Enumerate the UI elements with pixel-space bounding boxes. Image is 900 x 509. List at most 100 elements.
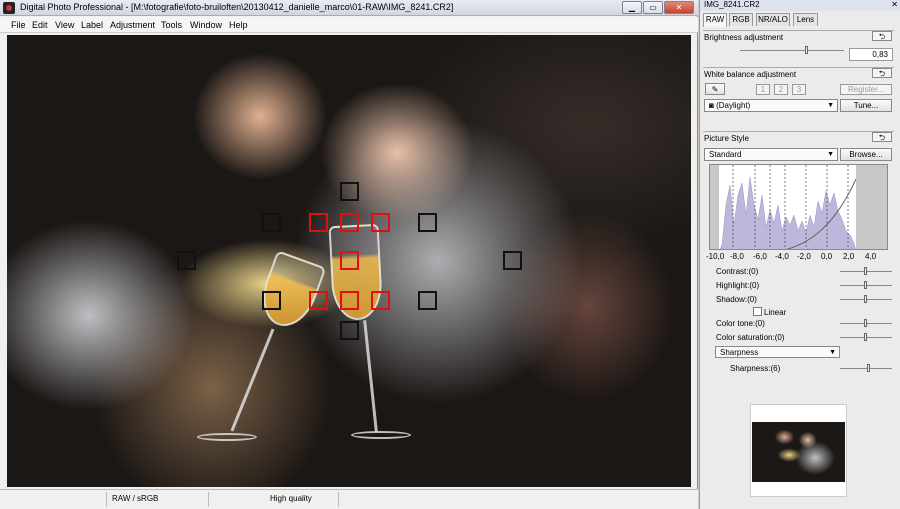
- menu-label[interactable]: Label: [81, 20, 103, 30]
- eyedropper-icon: ✎: [711, 85, 719, 94]
- palette-close-button[interactable]: ✕: [891, 0, 898, 9]
- picture-style-value: Standard: [709, 150, 742, 159]
- white-balance-section-header: White balance adjustment: [703, 67, 894, 79]
- status-separator: [106, 492, 107, 507]
- menu-edit[interactable]: Edit: [32, 20, 48, 30]
- histogram-highlight-clip: [856, 165, 887, 249]
- color-saturation-slider-thumb[interactable]: [864, 333, 867, 341]
- camera-icon: ◙: [709, 101, 717, 110]
- shadow-slider-thumb[interactable]: [864, 295, 867, 303]
- register-button[interactable]: Register...: [840, 84, 892, 95]
- brightness-value[interactable]: 0,83: [849, 48, 893, 61]
- axis-tick-label: -8,0: [730, 252, 744, 261]
- color-tone-label: Color tone:(0): [716, 319, 765, 328]
- picture-style-dropdown[interactable]: Standard ▼: [704, 148, 838, 161]
- status-separator: [208, 492, 209, 507]
- af-point-active: [371, 213, 390, 232]
- app-camera-icon: [3, 2, 15, 14]
- axis-tick-label: 2,0: [843, 252, 855, 261]
- af-point: [177, 251, 196, 270]
- tab-rgb[interactable]: RGB: [729, 13, 753, 26]
- histogram-svg: [710, 165, 887, 249]
- af-point-active: [309, 213, 328, 232]
- brightness-slider-track[interactable]: [740, 50, 844, 51]
- axis-tick-label: -10,0: [706, 252, 725, 261]
- navigator-thumbnail[interactable]: [752, 422, 845, 482]
- menu-help[interactable]: Help: [229, 20, 248, 30]
- tab-nr-alo[interactable]: NR/ALO: [756, 13, 790, 26]
- menu-bar: File Edit View Label Adjustment Tools Wi…: [0, 17, 698, 33]
- af-point: [262, 213, 281, 232]
- palette-title: IMG_8241.CR2: [704, 0, 760, 9]
- histogram-fill: [719, 176, 856, 249]
- sharpness-slider-track[interactable]: [840, 368, 892, 369]
- wb-preset-value: (Daylight): [716, 101, 751, 110]
- minimize-button[interactable]: ▁: [622, 1, 642, 14]
- status-separator: [338, 492, 339, 507]
- eyedropper-button[interactable]: ✎: [705, 83, 725, 95]
- chevron-down-icon: ▼: [827, 102, 834, 109]
- menu-window[interactable]: Window: [190, 20, 222, 30]
- brightness-reset-button[interactable]: ⮌: [872, 31, 892, 41]
- menu-view[interactable]: View: [55, 20, 74, 30]
- brightness-slider-thumb[interactable]: [805, 46, 808, 54]
- af-point: [340, 182, 359, 201]
- linear-label: Linear: [764, 308, 787, 317]
- axis-tick-label: -4,0: [775, 252, 789, 261]
- axis-tick-label: -2,0: [797, 252, 811, 261]
- af-point: [418, 213, 437, 232]
- sharpness-slider-thumb[interactable]: [867, 364, 870, 372]
- chevron-down-icon: ▼: [827, 151, 834, 158]
- palette-title-bar: IMG_8241.CR2 ✕: [700, 0, 900, 11]
- main-window: Digital Photo Professional - [M:\fotogra…: [0, 0, 698, 509]
- glass-stem-left: [230, 328, 275, 432]
- status-format: RAW / sRGB: [112, 494, 159, 503]
- contrast-label: Contrast:(0): [716, 267, 759, 276]
- browse-button[interactable]: Browse...: [840, 148, 892, 161]
- wb-reset-button[interactable]: ⮌: [872, 68, 892, 78]
- glass-base-left: [197, 433, 257, 441]
- glass-base-right: [351, 431, 411, 439]
- sharpness-mode-value: Sharpness: [720, 348, 759, 357]
- maximize-button[interactable]: ▭: [643, 1, 663, 14]
- sharpness-value-label: Sharpness:(6): [730, 364, 781, 373]
- status-quality: High quality: [270, 494, 312, 503]
- picture-style-section-header: Picture Style: [703, 131, 894, 143]
- glass-stem-right: [363, 320, 378, 432]
- menu-adjustment[interactable]: Adjustment: [110, 20, 155, 30]
- wb-preset-2-button[interactable]: 2: [774, 84, 788, 95]
- white-balance-label: White balance adjustment: [704, 70, 797, 79]
- menu-file[interactable]: File: [11, 20, 26, 30]
- window-title: Digital Photo Professional - [M:\fotogra…: [20, 2, 454, 12]
- wb-preset-1-button[interactable]: 1: [756, 84, 770, 95]
- histogram-shadow-clip: [710, 165, 719, 249]
- image-viewer[interactable]: [7, 35, 691, 487]
- af-point-active: [340, 251, 359, 270]
- af-point-active: [309, 291, 328, 310]
- contrast-slider-thumb[interactable]: [864, 267, 867, 275]
- menu-tools[interactable]: Tools: [161, 20, 182, 30]
- title-bar: Digital Photo Professional - [M:\fotogra…: [0, 0, 698, 16]
- af-point-active: [340, 213, 359, 232]
- sharpness-mode-dropdown[interactable]: Sharpness ▼: [715, 346, 840, 358]
- af-point: [418, 291, 437, 310]
- brightness-label: Brightness adjustment: [704, 33, 784, 42]
- close-button[interactable]: ✕: [664, 1, 694, 14]
- af-point-active: [371, 291, 390, 310]
- axis-tick-label: -6,0: [753, 252, 767, 261]
- color-tone-slider-thumb[interactable]: [864, 319, 867, 327]
- axis-tick-label: 4,0: [865, 252, 877, 261]
- wb-preset-dropdown[interactable]: ◙ (Daylight) ▼: [704, 99, 838, 112]
- picture-style-label: Picture Style: [704, 134, 749, 143]
- af-point-active: [340, 291, 359, 310]
- tune-button[interactable]: Tune...: [840, 99, 892, 112]
- wb-preset-3-button[interactable]: 3: [792, 84, 806, 95]
- histogram-tone-curve[interactable]: [709, 164, 888, 250]
- chevron-down-icon: ▼: [829, 349, 836, 356]
- picture-style-reset-button[interactable]: ⮌: [872, 132, 892, 142]
- highlight-slider-thumb[interactable]: [864, 281, 867, 289]
- linear-checkbox[interactable]: [753, 307, 762, 316]
- tab-raw[interactable]: RAW: [703, 13, 727, 27]
- color-saturation-label: Color saturation:(0): [716, 333, 785, 342]
- tab-lens[interactable]: Lens: [793, 13, 818, 26]
